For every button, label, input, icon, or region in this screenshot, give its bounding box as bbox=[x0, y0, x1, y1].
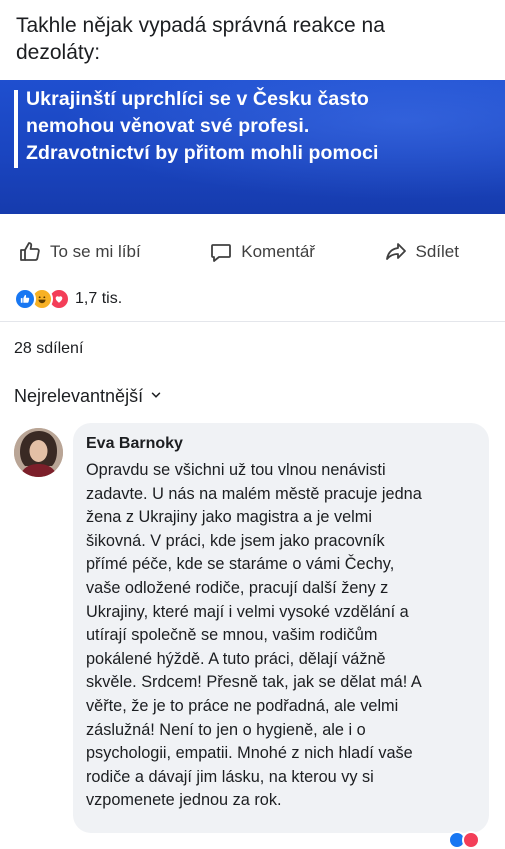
comment-sort-dropdown[interactable]: Nejrelevantnější bbox=[14, 386, 163, 407]
comment-line: žena z Ukrajiny jako magistra a je velmi bbox=[86, 508, 372, 527]
love-icon bbox=[462, 831, 480, 849]
comment-line: rodiče a dávají jim lásku, na kterou vy … bbox=[86, 767, 374, 786]
speech-bubble-icon bbox=[209, 240, 233, 264]
caption-line: dezoláty: bbox=[16, 41, 101, 64]
comment-author[interactable]: Eva Barnoky bbox=[86, 435, 183, 453]
comment-line: utírají společně se mnou, vašim rodičům bbox=[86, 626, 378, 645]
share-label: Sdílet bbox=[415, 242, 459, 261]
comment-line: Opravdu se všichni už tou vlnou nenávist… bbox=[86, 461, 386, 479]
post-actions-bar: To se mi líbí Komentář Sdílet bbox=[0, 232, 505, 272]
headline-accent-bar bbox=[14, 90, 18, 168]
comment-label: Komentář bbox=[241, 242, 315, 261]
comment-line: pokálené hýždě. A tuto práci, dělají váž… bbox=[86, 649, 386, 668]
reaction-count: 1,7 tis. bbox=[75, 290, 123, 307]
comment-line: přímé péče, kde se staráme o vámi Čechy, bbox=[86, 555, 395, 574]
like-button[interactable]: To se mi líbí bbox=[18, 240, 141, 264]
headline-line: nemohou věnovat své profesi. bbox=[26, 115, 310, 137]
comment-line: skvěle. Srdcem! Přesně tak, jak se dělat… bbox=[86, 673, 422, 692]
comment-line: věřte, že je to práce ne podřadná, ale v… bbox=[86, 696, 399, 715]
comment-line: vzpomenete jednou za rok. bbox=[86, 791, 282, 810]
link-preview-image[interactable]: Ukrajinští uprchlíci se v Česku často ne… bbox=[0, 80, 505, 214]
share-count[interactable]: 28 sdílení bbox=[14, 340, 83, 358]
comment-button[interactable]: Komentář bbox=[209, 240, 315, 264]
comment-text: Opravdu se všichni už tou vlnou nenávist… bbox=[86, 459, 481, 813]
sort-label: Nejrelevantnější bbox=[14, 386, 144, 406]
like-label: To se mi líbí bbox=[50, 242, 141, 261]
comment-line: šikovná. V práci, kde jsem jako pracovní… bbox=[86, 531, 385, 550]
thumbs-up-icon bbox=[18, 240, 42, 264]
avatar[interactable] bbox=[14, 428, 63, 477]
reactions-summary[interactable]: 1,7 tis. bbox=[14, 288, 122, 310]
comment-line: vaše odložené rodiče, pracují další ženy… bbox=[86, 578, 389, 597]
caption-line: Takhle nějak vypadá správná reakce na bbox=[16, 14, 385, 37]
comment-reactions[interactable] bbox=[448, 831, 480, 849]
link-headline[interactable]: Ukrajinští uprchlíci se v Česku často ne… bbox=[26, 86, 496, 167]
comment-bubble: Eva Barnoky Opravdu se všichni už tou vl… bbox=[73, 423, 489, 833]
post-caption: Takhle nějak vypadá správná reakce na de… bbox=[16, 12, 486, 66]
divider bbox=[0, 321, 505, 322]
chevron-down-icon bbox=[149, 386, 163, 407]
share-arrow-icon bbox=[384, 240, 408, 264]
comment-line: zadavte. U nás na malém městě pracuje je… bbox=[86, 484, 422, 503]
comment-line: záslužná! Není to jen o hygieně, ale i o bbox=[86, 720, 366, 739]
share-button[interactable]: Sdílet bbox=[384, 240, 459, 264]
comment-line: Ukrajiny, které mají i velmi vysoké vzdě… bbox=[86, 602, 409, 621]
headline-line: Ukrajinští uprchlíci se v Česku často bbox=[26, 88, 369, 110]
headline-line: Zdravotnictví by přitom mohli pomoci bbox=[26, 142, 379, 164]
like-icon bbox=[14, 288, 36, 310]
comment-line: psychologii, empatii. Mnohé z nich hladí… bbox=[86, 744, 413, 763]
